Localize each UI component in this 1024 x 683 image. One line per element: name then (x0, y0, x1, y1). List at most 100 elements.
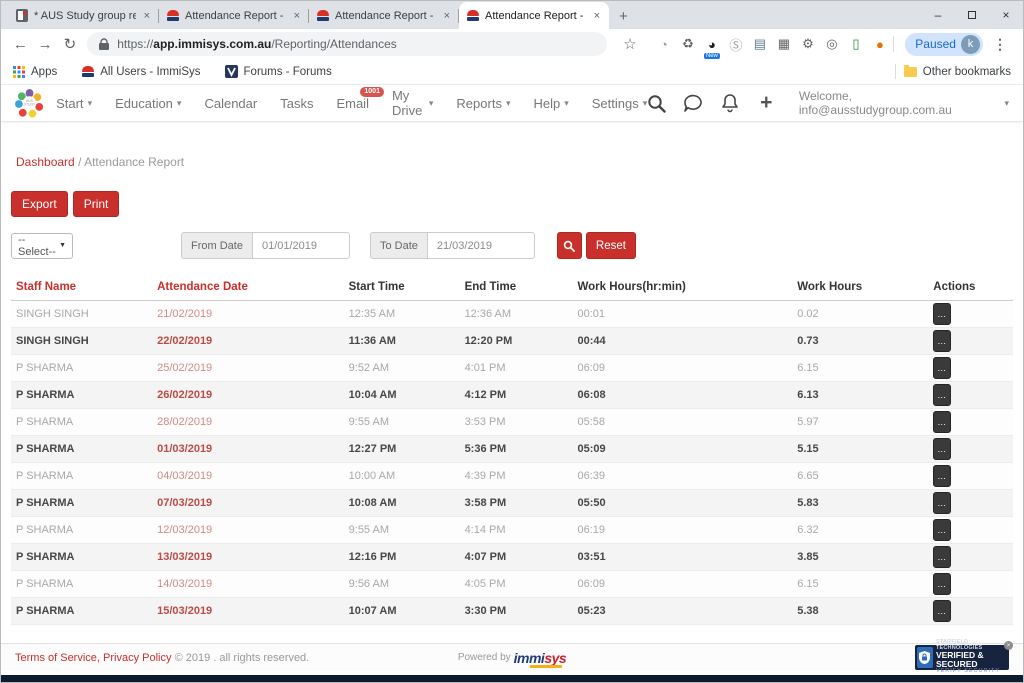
tab-close-icon[interactable]: × (142, 10, 152, 22)
work-hours-cell: 5.15 (792, 436, 928, 463)
notifications-bell-icon[interactable] (720, 93, 739, 113)
row-actions-button[interactable]: … (933, 357, 951, 379)
forward-button[interactable]: → (34, 36, 57, 53)
nav-item-reports[interactable]: Reports▾ (456, 96, 510, 111)
bookmark-forums[interactable]: Forums - Forums (225, 65, 332, 78)
footer-left-text: Terms of Service, Privacy Policy © 2019 … (15, 652, 309, 664)
work-hours-cell: 3.85 (792, 544, 928, 571)
row-actions-button[interactable]: … (933, 411, 951, 433)
recycle-extension-icon[interactable]: ♻ (679, 36, 696, 53)
header-attendance-date[interactable]: Attendance Date (152, 276, 344, 301)
badge-close-icon[interactable]: × (1004, 641, 1013, 650)
quick-add-icon[interactable]: + (757, 93, 776, 113)
folder-icon (904, 67, 917, 77)
tab-close-icon[interactable]: × (292, 10, 302, 22)
row-actions-button[interactable]: … (933, 384, 951, 406)
breadcrumb-separator: / (78, 155, 81, 169)
phone-extension-icon[interactable]: ▯ (847, 36, 864, 53)
chevron-down-icon: ▾ (564, 98, 569, 109)
ellipsis-icon: … (937, 579, 947, 589)
document-extension-icon[interactable]: ▤ (751, 36, 768, 53)
reset-button[interactable]: Reset (586, 232, 636, 259)
verified-secured-badge[interactable]: STARFIELD TECHNOLOGIES VERIFIED & SECURE… (915, 645, 1009, 670)
row-actions-button[interactable]: … (933, 573, 951, 595)
tab-close-icon[interactable]: × (442, 10, 452, 22)
to-date-input[interactable] (427, 232, 535, 259)
tab-attendance-report-active[interactable]: Attendance Report - ImmiSys × (459, 2, 609, 29)
row-actions-button[interactable]: … (933, 465, 951, 487)
sync-paused-pill[interactable]: Paused k (905, 33, 983, 56)
tab-attendance-report-1[interactable]: Attendance Report - ImmiSys × (159, 2, 309, 29)
row-actions-button[interactable]: … (933, 519, 951, 541)
start-time-cell: 10:00 AM (344, 463, 460, 490)
profile-avatar[interactable]: k (961, 35, 980, 54)
search-button[interactable] (557, 232, 582, 259)
from-date-input[interactable] (252, 232, 350, 259)
row-actions-button[interactable]: … (933, 600, 951, 622)
window-controls: – × (921, 1, 1023, 29)
table-row: P SHARMA25/02/20199:52 AM4:01 PM06:096.1… (11, 355, 1013, 382)
address-bar[interactable]: https://app.immisys.com.au/Reporting/Att… (87, 32, 606, 56)
welcome-account-menu[interactable]: Welcome, info@ausstudygroup.com.au ▾ (799, 89, 1009, 117)
grid-extension-icon[interactable]: ▦ (775, 36, 792, 53)
ellipsis-icon: … (937, 525, 947, 535)
staff-name-cell: P SHARMA (11, 598, 152, 625)
end-time-cell: 4:12 PM (460, 382, 573, 409)
immisys-favicon-icon (466, 9, 479, 22)
lock-icon (99, 38, 109, 51)
nav-item-tasks[interactable]: Tasks (280, 96, 313, 111)
chevron-down-icon: ▾ (1004, 98, 1009, 109)
row-actions-button[interactable]: … (933, 303, 951, 325)
staff-name-cell: P SHARMA (11, 490, 152, 517)
new-tab-button[interactable]: + (609, 8, 640, 29)
nav-item-education[interactable]: Education▾ (115, 96, 181, 111)
row-actions-button[interactable]: … (933, 438, 951, 460)
tab-aus-study-group[interactable]: * AUS Study group reporting tha × (9, 2, 159, 29)
nav-item-email[interactable]: Email1001 (336, 96, 369, 111)
restore-button[interactable] (955, 8, 989, 22)
row-actions-button[interactable]: … (933, 330, 951, 352)
s-extension-icon[interactable]: Ⓢ (727, 36, 744, 53)
tab-close-icon[interactable]: × (592, 10, 602, 22)
search-icon[interactable] (647, 93, 666, 113)
end-time-cell: 4:14 PM (460, 517, 573, 544)
terms-of-service-link[interactable]: Terms of Service, (15, 652, 100, 664)
back-button[interactable]: ← (9, 36, 32, 53)
browser-menu-icon[interactable]: ⋮ (985, 36, 1015, 53)
close-button[interactable]: × (989, 8, 1023, 22)
camera-extension-icon[interactable]: ◎ (823, 36, 840, 53)
work-hours-cell: 6.65 (792, 463, 928, 490)
minimize-button[interactable]: – (921, 8, 955, 22)
reload-button[interactable]: ↻ (59, 35, 82, 53)
header-staff-name[interactable]: Staff Name (11, 276, 152, 301)
nav-item-calendar[interactable]: Calendar (204, 96, 257, 111)
nav-item-start[interactable]: Start▾ (56, 96, 92, 111)
breadcrumb-dashboard-link[interactable]: Dashboard (16, 155, 75, 169)
bookmark-apps[interactable]: Apps (13, 66, 57, 78)
row-actions-button[interactable]: … (933, 546, 951, 568)
bookmark-star-icon[interactable]: ☆ (619, 35, 642, 53)
bookmark-all-users[interactable]: All Users - ImmiSys (81, 65, 200, 78)
work-hours-cell: 6.15 (792, 355, 928, 382)
export-button[interactable]: Export (11, 191, 68, 217)
other-bookmarks[interactable]: Other bookmarks (904, 66, 1011, 78)
tab-attendance-report-2[interactable]: Attendance Report - ImmiSys × (309, 2, 459, 29)
chat-icon[interactable] (683, 93, 703, 113)
nav-item-my-drive[interactable]: My Drive▾ (392, 88, 433, 118)
work-hours-min-cell: 06:19 (572, 517, 792, 544)
dot-extension-icon[interactable]: ● (871, 36, 888, 53)
start-time-cell: 12:16 PM (344, 544, 460, 571)
circle-extension-icon[interactable]: ◔ (655, 36, 672, 53)
print-button[interactable]: Print (73, 191, 120, 217)
privacy-policy-link[interactable]: Privacy Policy (103, 652, 171, 664)
work-hours-min-cell: 05:23 (572, 598, 792, 625)
nav-item-help[interactable]: Help▾ (533, 96, 568, 111)
nav-item-settings[interactable]: Settings▾ (592, 96, 648, 111)
speedtest-extension-icon[interactable]: ◕New (703, 36, 720, 53)
attendance-date-cell: 25/02/2019 (152, 355, 344, 382)
work-hours-min-cell: 00:44 (572, 328, 792, 355)
staff-select-dropdown[interactable]: --Select-- ▼ (11, 233, 73, 259)
row-actions-button[interactable]: … (933, 492, 951, 514)
gear-extension-icon[interactable]: ⚙ (799, 36, 816, 53)
attendance-table: Staff Name Attendance Date Start Time En… (11, 276, 1013, 625)
